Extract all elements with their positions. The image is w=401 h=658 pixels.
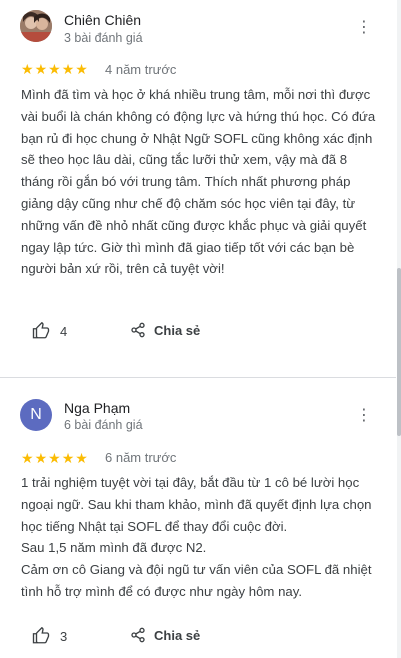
- review-text: 1 trải nghiệm tuyệt vời tại đây, bắt đầu…: [21, 472, 377, 603]
- review-time: 6 năm trước: [105, 450, 177, 465]
- share-button[interactable]: Chia sẻ: [130, 627, 200, 643]
- star-icon: ★: [75, 61, 88, 77]
- share-button[interactable]: Chia sẻ: [130, 322, 200, 338]
- share-label: Chia sẻ: [154, 322, 201, 338]
- reviewer-review-count: 3 bài đánh giá: [64, 31, 143, 45]
- thumbs-up-icon: [32, 322, 50, 339]
- star-icon: ★: [34, 450, 48, 466]
- avatar[interactable]: N: [20, 399, 52, 431]
- review-card: N Nga Phạm 6 bài đánh giá ⋮ ★ ★ ★ ★ ★ 6 …: [0, 378, 396, 658]
- like-button[interactable]: 4: [32, 322, 67, 340]
- like-button[interactable]: 3: [32, 627, 67, 645]
- like-count: 4: [60, 323, 68, 339]
- star-icon: ★: [61, 450, 75, 466]
- thumbs-up-icon: [32, 627, 50, 644]
- reviewer-review-count: 6 bài đánh giá: [64, 418, 143, 432]
- star-icon: ★: [48, 61, 61, 77]
- star-rating: ★ ★ ★ ★ ★: [21, 451, 88, 465]
- more-vert-icon[interactable]: ⋮: [356, 406, 372, 426]
- review-text: Mình đã tìm và học ở khá nhiều trung tâm…: [21, 87, 376, 277]
- scrollbar-thumb[interactable]: [397, 268, 401, 436]
- avatar[interactable]: [20, 10, 52, 42]
- review-text-line: 1 trải nghiệm tuyệt vời tại đây, bắt đầu…: [21, 475, 372, 534]
- star-icon: ★: [21, 61, 34, 77]
- review-text-line: Sau 1,5 năm mình đã được N2.: [21, 540, 207, 556]
- reviewer-name[interactable]: Chiên Chiên: [64, 12, 141, 28]
- star-icon: ★: [61, 61, 75, 77]
- like-count: 3: [60, 628, 68, 644]
- star-icon: ★: [34, 61, 48, 77]
- more-vert-icon[interactable]: ⋮: [356, 18, 372, 38]
- review-time: 4 năm trước: [105, 62, 177, 77]
- star-icon: ★: [21, 450, 34, 466]
- avatar-photo-image: [20, 10, 52, 42]
- share-icon: [131, 627, 145, 643]
- reviewer-name[interactable]: Nga Phạm: [64, 400, 130, 416]
- star-icon: ★: [48, 450, 61, 466]
- share-label: Chia sẻ: [154, 627, 201, 643]
- review-text-line: Cảm ơn cô Giang và đội ngũ tư vấn viên c…: [21, 562, 372, 599]
- share-icon: [131, 322, 145, 338]
- star-rating: ★ ★ ★ ★ ★: [21, 62, 88, 76]
- star-icon: ★: [75, 450, 88, 466]
- review-card: Chiên Chiên 3 bài đánh giá ⋮ ★ ★ ★ ★ ★ 4…: [0, 0, 396, 377]
